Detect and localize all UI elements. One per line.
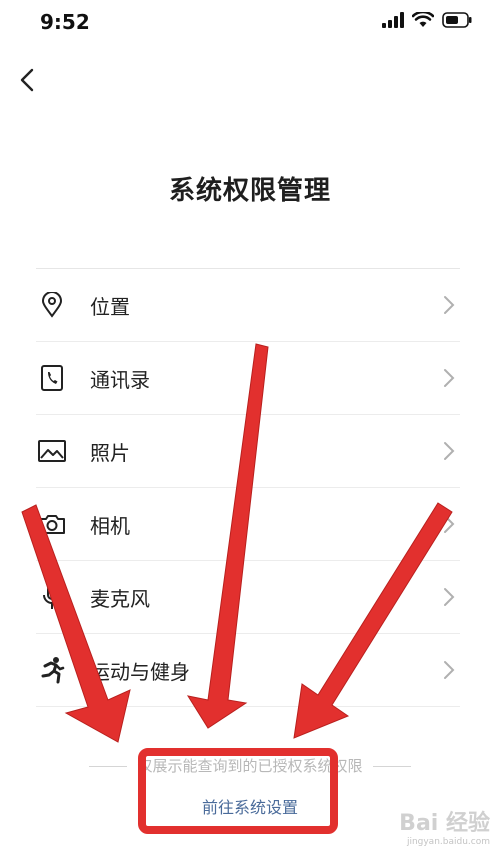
watermark: Bai 经验 jingyan.baidu.com xyxy=(399,805,490,847)
watermark-site: jingyan.baidu.com xyxy=(406,837,490,847)
annotation-arrow-right xyxy=(293,502,453,739)
annotation-arrow-left xyxy=(21,504,131,743)
watermark-brand: Bai 经验 xyxy=(399,811,490,836)
annotation-arrow-center xyxy=(186,343,269,729)
annotation-arrows xyxy=(21,343,453,743)
